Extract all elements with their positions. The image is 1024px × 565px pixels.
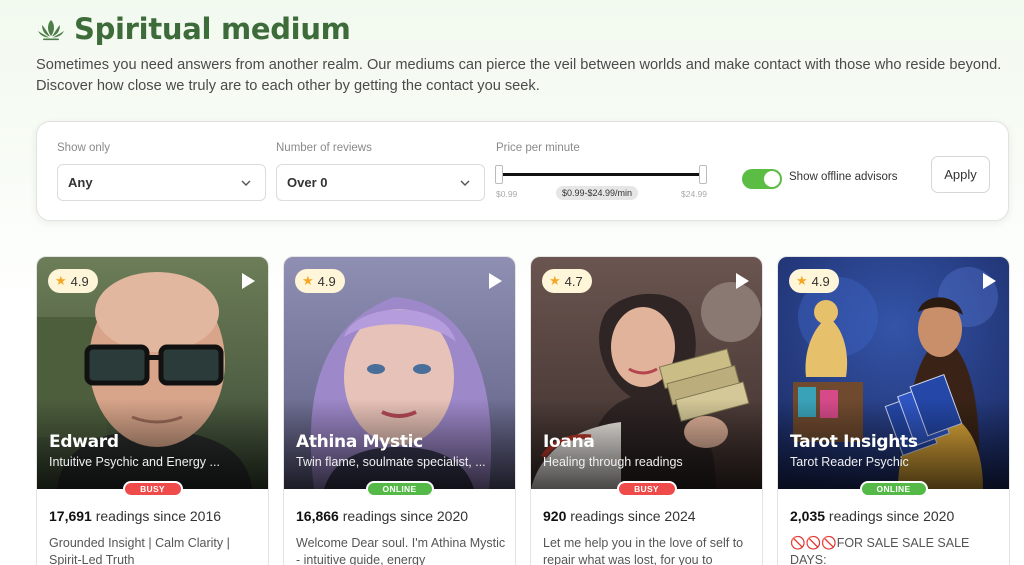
rating-badge: ★ 4.9 — [789, 269, 839, 293]
title-row: Spiritual medium — [36, 12, 1006, 46]
show-only-label: Show only — [57, 142, 111, 154]
rating-badge: ★ 4.9 — [48, 269, 98, 293]
offline-toggle-label: Show offline advisors — [789, 171, 898, 183]
filter-panel: Show only Any Number of reviews Over 0 P… — [36, 121, 1009, 221]
status-badge: BUSY — [122, 481, 183, 497]
advisor-bio: Let me help you in the love of self to r… — [543, 536, 744, 565]
page-header: Spiritual medium Sometimes you need answ… — [36, 12, 1006, 97]
reviews-value: Over 0 — [287, 175, 328, 190]
slider-track[interactable] — [499, 173, 703, 176]
star-icon: ★ — [796, 273, 808, 288]
advisor-tagline: Tarot Reader Psychic — [790, 455, 909, 469]
toggle-knob — [764, 171, 780, 187]
chevron-down-icon — [241, 180, 251, 186]
play-icon[interactable] — [239, 272, 257, 290]
apply-button[interactable]: Apply — [931, 156, 990, 193]
reviews-label: Number of reviews — [276, 142, 372, 154]
price-range-badge: $0.99-$24.99/min — [556, 186, 639, 200]
show-only-select[interactable]: Any — [57, 164, 266, 201]
readings-number: 2,035 — [790, 508, 826, 524]
advisor-photo[interactable]: ★ 4.9 Tarot Insights Tarot Reader Psychic — [778, 257, 1009, 489]
readings-count: 920 readings since 2024 — [543, 508, 696, 524]
star-icon: ★ — [55, 273, 67, 288]
readings-number: 17,691 — [49, 508, 92, 524]
rating-value: 4.9 — [811, 273, 830, 289]
readings-text: readings since 2016 — [91, 508, 222, 524]
readings-count: 16,866 readings since 2020 — [296, 508, 468, 524]
readings-text: readings since 2020 — [338, 508, 469, 524]
status-badge: ONLINE — [859, 481, 928, 497]
play-icon[interactable] — [980, 272, 998, 290]
play-icon[interactable] — [486, 272, 504, 290]
price-label: Price per minute — [496, 142, 580, 154]
rating-value: 4.9 — [317, 273, 336, 289]
advisor-tagline: Healing through readings — [543, 455, 683, 469]
price-slider[interactable]: $0.99 $0.99-$24.99/min $24.99 — [495, 162, 707, 202]
lotus-icon — [38, 20, 64, 41]
advisor-name[interactable]: Ioana — [543, 432, 595, 452]
advisor-photo[interactable]: ★ 4.9 Athina Mystic Twin flame, soulmate … — [284, 257, 515, 489]
readings-number: 16,866 — [296, 508, 339, 524]
readings-count: 17,691 readings since 2016 — [49, 508, 221, 524]
advisor-bio: Welcome Dear soul. I'm Athina Mystic - i… — [296, 536, 506, 565]
advisor-photo[interactable]: ★ 4.7 Ioana Healing through readings — [531, 257, 762, 489]
readings-text: readings since 2020 — [825, 508, 955, 524]
rating-badge: ★ 4.9 — [295, 269, 345, 293]
readings-text: readings since 2024 — [566, 508, 696, 524]
rating-badge: ★ 4.7 — [542, 269, 592, 293]
advisor-card[interactable]: ★ 4.9 Athina Mystic Twin flame, soulmate … — [283, 256, 516, 565]
status-badge: BUSY — [616, 481, 677, 497]
advisor-photo[interactable]: ★ 4.9 Edward Intuitive Psychic and Energy… — [37, 257, 268, 489]
reviews-select[interactable]: Over 0 — [276, 164, 485, 201]
show-only-value: Any — [68, 175, 93, 190]
star-icon: ★ — [549, 273, 561, 288]
page-description: Sometimes you need answers from another … — [36, 57, 1002, 94]
rating-value: 4.7 — [564, 273, 583, 289]
advisor-name[interactable]: Edward — [49, 432, 119, 452]
advisor-name[interactable]: Tarot Insights — [790, 432, 918, 452]
advisor-tagline: Intuitive Psychic and Energy ... — [49, 455, 220, 469]
advisor-name[interactable]: Athina Mystic — [296, 432, 423, 452]
readings-count: 2,035 readings since 2020 — [790, 508, 954, 524]
readings-number: 920 — [543, 508, 567, 524]
advisor-card[interactable]: ★ 4.7 Ioana Healing through readings BUSY… — [530, 256, 763, 565]
slider-min-handle[interactable] — [495, 165, 503, 184]
price-max: $24.99 — [681, 189, 707, 199]
rating-value: 4.9 — [70, 273, 89, 289]
advisor-bio: Grounded Insight | Calm Clarity | Spirit… — [49, 536, 230, 565]
offline-toggle[interactable] — [742, 169, 782, 189]
slider-max-handle[interactable] — [699, 165, 707, 184]
chevron-down-icon — [460, 180, 470, 186]
status-badge: ONLINE — [365, 481, 434, 497]
advisor-tagline: Twin flame, soulmate specialist, ... — [296, 455, 486, 469]
advisor-bio: 🚫🚫🚫FOR SALE SALE SALE DAYS: — [790, 536, 970, 565]
advisor-card[interactable]: ★ 4.9 Edward Intuitive Psychic and Energy… — [36, 256, 269, 565]
advisor-card[interactable]: ★ 4.9 Tarot Insights Tarot Reader Psychic… — [777, 256, 1010, 565]
page-title: Spiritual medium — [74, 12, 351, 46]
star-icon: ★ — [302, 273, 314, 288]
play-icon[interactable] — [733, 272, 751, 290]
price-min: $0.99 — [496, 189, 518, 199]
